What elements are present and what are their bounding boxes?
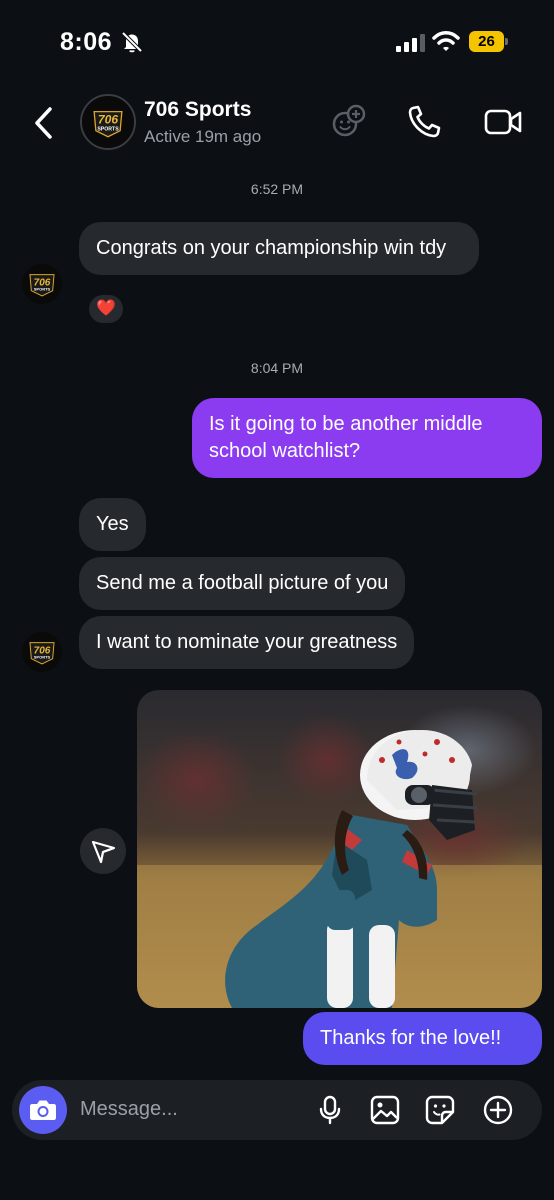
incoming-message[interactable]: Congrats on your championship win tdy [79,222,479,275]
contact-avatar-small[interactable]: 706 SPORTS [22,264,62,304]
camera-button[interactable] [19,1086,67,1134]
logo-word: SPORTS [97,127,119,133]
cellular-signal-icon [396,34,426,52]
back-chevron-icon[interactable] [30,106,58,140]
bell-muted-icon [120,30,144,54]
incoming-message[interactable]: Send me a football picture of you [79,557,406,610]
sticker-icon[interactable] [424,1094,456,1126]
battery-level: 26 [469,31,504,52]
video-call-icon[interactable] [484,102,524,142]
timestamp: 8:04 PM [250,360,304,376]
outgoing-message[interactable]: Thanks for the love!! [303,1012,542,1065]
logo-word: SPORTS [34,287,51,292]
timestamp: 6:52 PM [250,181,304,197]
add-effect-icon[interactable] [328,102,368,142]
shared-photo[interactable] [137,690,542,1008]
contact-avatar-small[interactable]: 706 SPORTS [22,632,62,672]
logo-word: SPORTS [34,655,51,660]
message-input[interactable]: Message... [80,1098,178,1121]
incoming-message[interactable]: Yes [79,498,146,551]
add-plus-icon[interactable] [482,1094,514,1126]
chat-header: 706 SPORTS 706 Sports Active 19m ago [0,84,554,162]
outgoing-message[interactable]: Is it going to be another middle school … [192,398,542,478]
contact-name[interactable]: 706 Sports [144,98,251,122]
status-bar: 8:06 26 [0,0,554,84]
wifi-icon [432,30,460,52]
incoming-message[interactable]: I want to nominate your greatness [79,616,415,669]
camera-icon [30,1100,56,1120]
phone-call-icon[interactable] [404,102,444,142]
microphone-icon[interactable] [314,1094,346,1126]
logo-number: 706 [98,113,118,127]
gallery-icon[interactable] [369,1094,401,1126]
active-status: Active 19m ago [144,127,262,146]
contact-avatar[interactable]: 706 SPORTS [80,94,136,150]
heart-reaction[interactable]: ❤️ [86,292,126,326]
status-time: 8:06 [60,28,113,56]
message-composer: Message... [12,1080,542,1140]
battery-indicator: 26 [469,31,509,52]
share-button[interactable] [80,828,126,874]
